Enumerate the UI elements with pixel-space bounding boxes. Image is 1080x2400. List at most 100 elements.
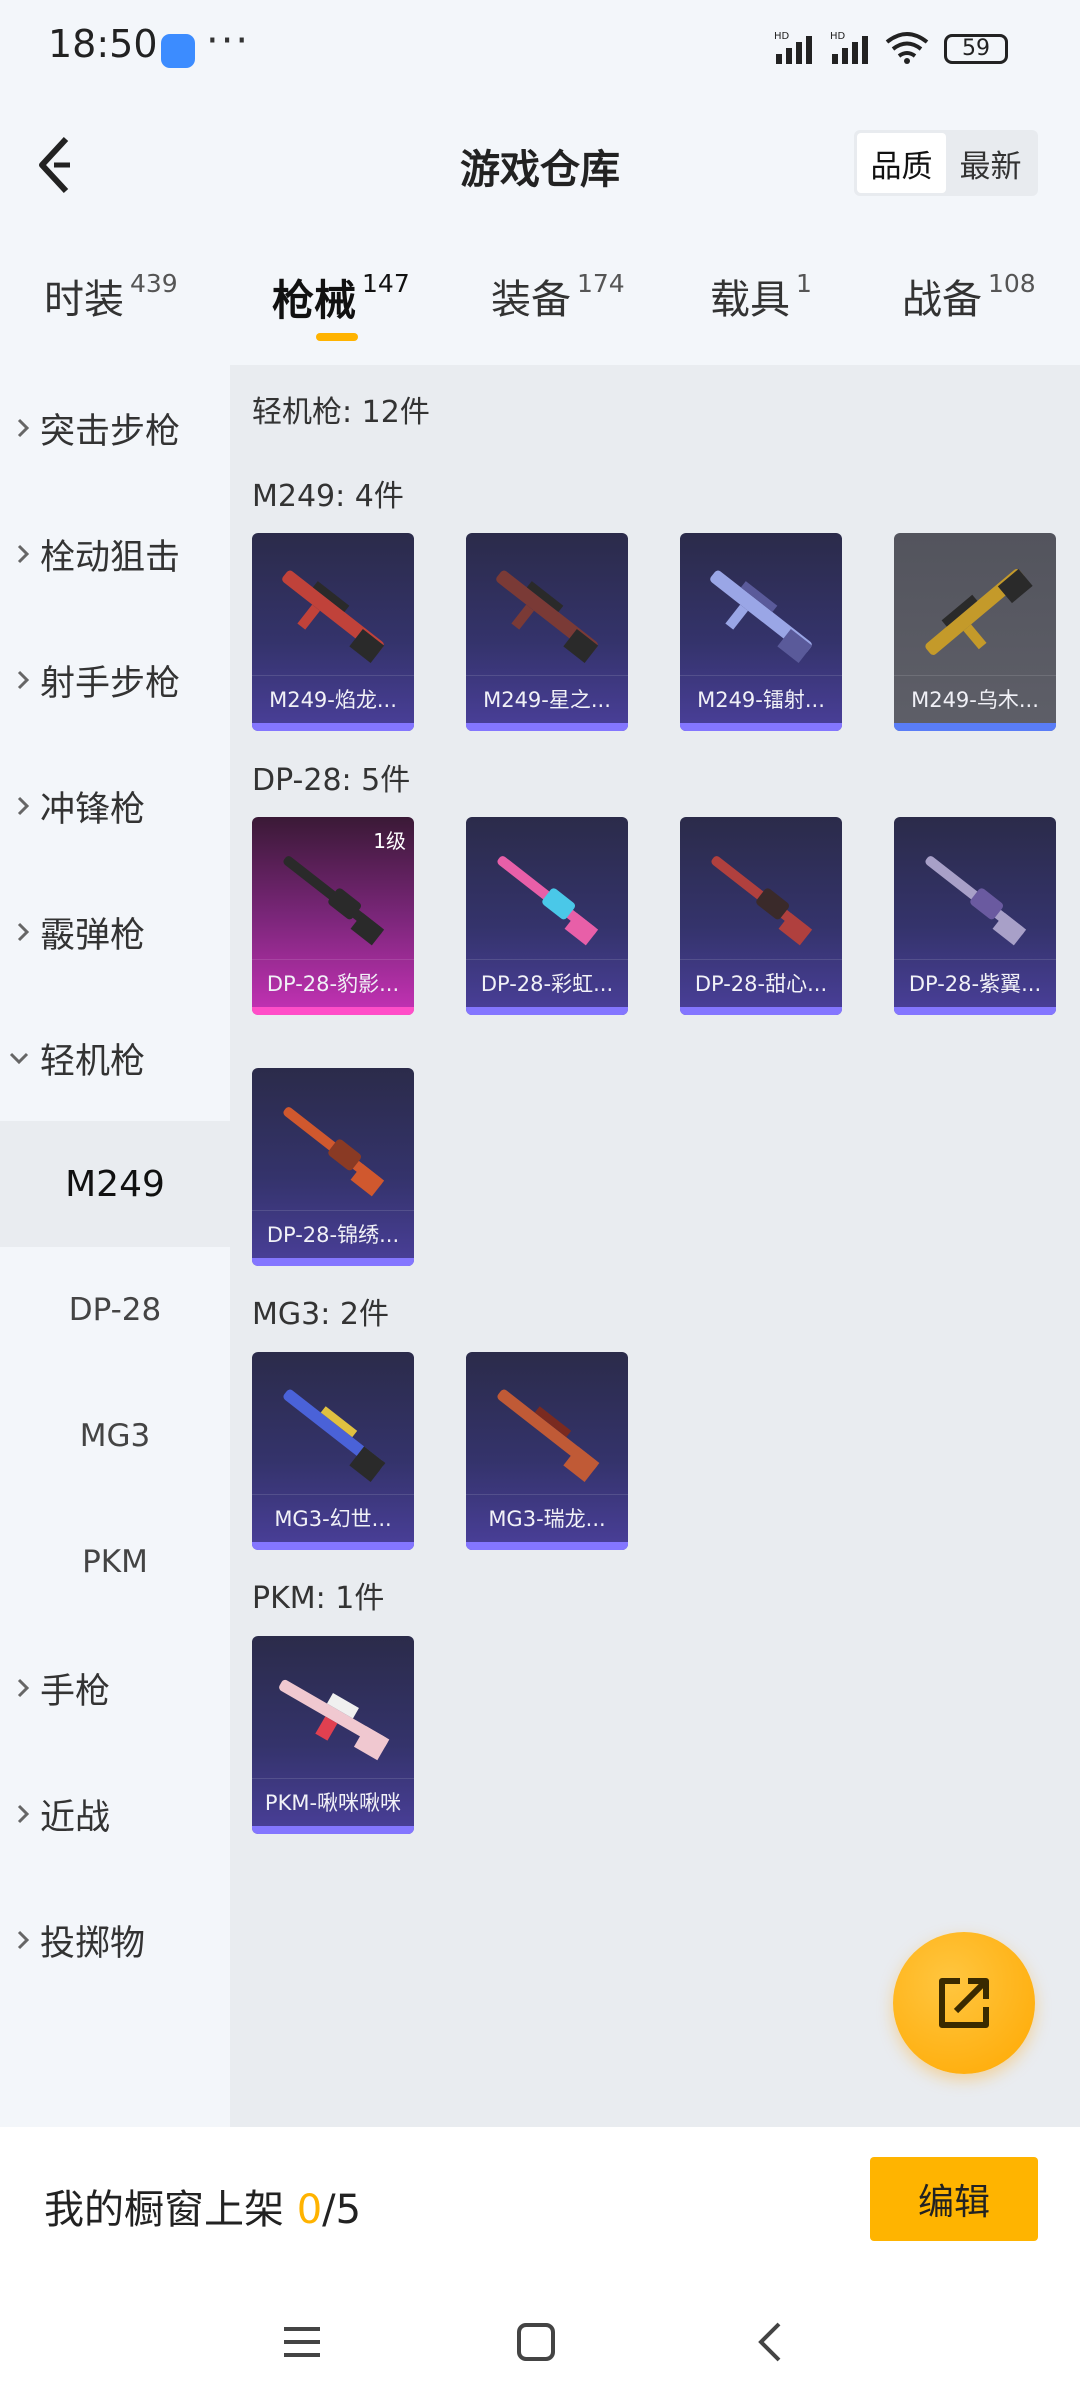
- sort-toggle: 品质 最新: [854, 130, 1038, 196]
- rarity-bar: [252, 1826, 414, 1834]
- chevron-right-icon: [0, 921, 36, 943]
- header: 游戏仓库 品质 最新: [0, 95, 1080, 235]
- sidebar-subitem-pkm[interactable]: PKM: [0, 1499, 230, 1625]
- share-external-icon: [939, 1978, 989, 2028]
- lmg-skin-icon: [283, 1389, 386, 1482]
- weapon-card-name: MG3-幻世...: [252, 1494, 414, 1542]
- weapon-card[interactable]: M249-焰龙...: [252, 533, 414, 731]
- sidebar-item-pistol[interactable]: 手枪: [0, 1625, 230, 1751]
- weapon-card[interactable]: DP-28-甜心...: [680, 817, 842, 1015]
- weapon-card[interactable]: 1级 DP-28-豹影...: [252, 817, 414, 1015]
- showcase-total: /5: [322, 2187, 362, 2233]
- sidebar-item-smg[interactable]: 冲锋枪: [0, 743, 230, 869]
- sort-newest-button[interactable]: 最新: [946, 133, 1035, 193]
- weapon-card[interactable]: DP-28-彩虹...: [466, 817, 628, 1015]
- tab-label: 装备: [491, 277, 571, 323]
- group-title: M249: 4件: [252, 479, 404, 514]
- weapon-card-name: PKM-啾咪啾咪: [252, 1778, 414, 1826]
- signal-1-icon: HD: [774, 31, 812, 64]
- weapon-level-badge: 1级: [373, 829, 406, 853]
- home-nav-button[interactable]: [511, 2317, 561, 2367]
- svg-text:HD: HD: [774, 31, 790, 42]
- sidebar-item-bolt-sniper[interactable]: 栓动狙击: [0, 491, 230, 617]
- more-notifications-icon: ···: [206, 18, 251, 64]
- tab-weapons[interactable]: 枪械 147: [272, 267, 410, 328]
- lmg-skin-icon: [497, 1389, 600, 1482]
- sidebar-subitem-dp28[interactable]: DP-28: [0, 1247, 230, 1373]
- weapon-list: 轻机枪: 12件 M249: 4件 M249-焰龙... M249-星之... …: [230, 365, 1080, 2127]
- weapon-card[interactable]: MG3-瑞龙...: [466, 1352, 628, 1550]
- sidebar-item-label: 冲锋枪: [40, 789, 146, 830]
- sidebar-item-assault-rifle[interactable]: 突击步枪: [0, 365, 230, 491]
- sidebar-item-label: 栓动狙击: [40, 537, 181, 578]
- rarity-bar: [252, 1258, 414, 1266]
- menu-nav-button[interactable]: [277, 2317, 327, 2367]
- lmg-skin-icon: [925, 856, 1027, 946]
- sidebar-subitem-m249[interactable]: M249: [0, 1121, 230, 1247]
- weapon-card[interactable]: M249-星之...: [466, 533, 628, 731]
- weapon-card[interactable]: DP-28-锦绣...: [252, 1068, 414, 1266]
- group-title: PKM: 1件: [252, 1581, 385, 1616]
- tab-count: 1: [796, 269, 812, 298]
- weapon-card[interactable]: M249-乌木...: [894, 533, 1056, 731]
- tab-fashion[interactable]: 时装 439: [44, 267, 178, 325]
- status-bar: 18:50 ··· HD HD 59: [0, 0, 1080, 95]
- rarity-bar: [466, 723, 628, 731]
- tab-label: 枪械: [272, 276, 357, 325]
- edit-button[interactable]: 编辑: [870, 2157, 1038, 2241]
- weapon-card-name: DP-28-豹影...: [252, 959, 414, 1007]
- rarity-bar: [466, 1007, 628, 1015]
- chevron-right-icon: [0, 795, 36, 817]
- weapon-card-name: DP-28-甜心...: [680, 959, 842, 1007]
- lmg-skin-icon: [925, 568, 1033, 655]
- showcase-bar: 我的橱窗上架 0/5 编辑: [0, 2127, 1080, 2277]
- weapon-card-name: MG3-瑞龙...: [466, 1494, 628, 1542]
- share-button[interactable]: [893, 1932, 1035, 2074]
- menu-icon: [284, 2327, 320, 2357]
- sidebar-subitem-mg3[interactable]: MG3: [0, 1373, 230, 1499]
- sidebar-item-marksman-rifle[interactable]: 射手步枪: [0, 617, 230, 743]
- lmg-skin-icon: [710, 570, 813, 663]
- tab-count: 108: [988, 269, 1036, 298]
- sidebar-item-shotgun[interactable]: 霰弹枪: [0, 869, 230, 995]
- group-title: DP-28: 5件: [252, 763, 411, 798]
- lmg-skin-icon: [283, 856, 385, 946]
- rarity-bar: [466, 1542, 628, 1550]
- sidebar-item-label: 霰弹枪: [40, 915, 146, 956]
- lmg-skin-icon: [282, 570, 385, 663]
- sidebar-item-throwables[interactable]: 投掷物: [0, 1877, 230, 2003]
- chevron-right-icon: [0, 1677, 36, 1699]
- back-nav-button[interactable]: [745, 2317, 795, 2367]
- rarity-bar: [680, 723, 842, 731]
- chevron-right-icon: [0, 1803, 36, 1825]
- tab-vehicles[interactable]: 载具 1: [710, 267, 812, 325]
- weapon-card[interactable]: M249-镭射...: [680, 533, 842, 731]
- weapon-category-sidebar: 突击步枪 栓动狙击 射手步枪 冲锋枪 霰弹枪 轻机枪 M249 DP-28 MG…: [0, 365, 230, 2127]
- tab-count: 439: [130, 269, 178, 298]
- back-chevron-icon: [758, 2322, 781, 2362]
- sidebar-item-label: 近战: [40, 1797, 111, 1838]
- chevron-right-icon: [0, 669, 36, 691]
- weapon-card-name: M249-乌木...: [894, 675, 1056, 723]
- rarity-bar: [252, 1542, 414, 1550]
- tab-supplies[interactable]: 战备 108: [902, 267, 1036, 325]
- home-square-icon: [517, 2323, 555, 2361]
- wifi-icon: [885, 32, 929, 64]
- showcase-count: 0: [296, 2187, 323, 2233]
- weapon-card-name: M249-镭射...: [680, 675, 842, 723]
- weapon-card[interactable]: DP-28-紫翼...: [894, 817, 1056, 1015]
- app-notification-icon: [161, 34, 195, 68]
- chevron-down-icon: [0, 1051, 36, 1065]
- sidebar-item-lmg[interactable]: 轻机枪: [0, 995, 230, 1121]
- sidebar-item-melee[interactable]: 近战: [0, 1751, 230, 1877]
- status-time: 18:50: [48, 22, 158, 66]
- sidebar-item-label: 投掷物: [40, 1923, 146, 1964]
- weapon-card[interactable]: MG3-幻世...: [252, 1352, 414, 1550]
- sort-quality-button[interactable]: 品质: [857, 133, 946, 193]
- tab-label: 时装: [44, 277, 124, 323]
- tab-equipment[interactable]: 装备 174: [491, 267, 625, 325]
- sidebar-item-label: 突击步枪: [40, 411, 181, 452]
- weapon-card-name: DP-28-彩虹...: [466, 959, 628, 1007]
- rarity-bar: [680, 1007, 842, 1015]
- weapon-card[interactable]: PKM-啾咪啾咪: [252, 1636, 414, 1834]
